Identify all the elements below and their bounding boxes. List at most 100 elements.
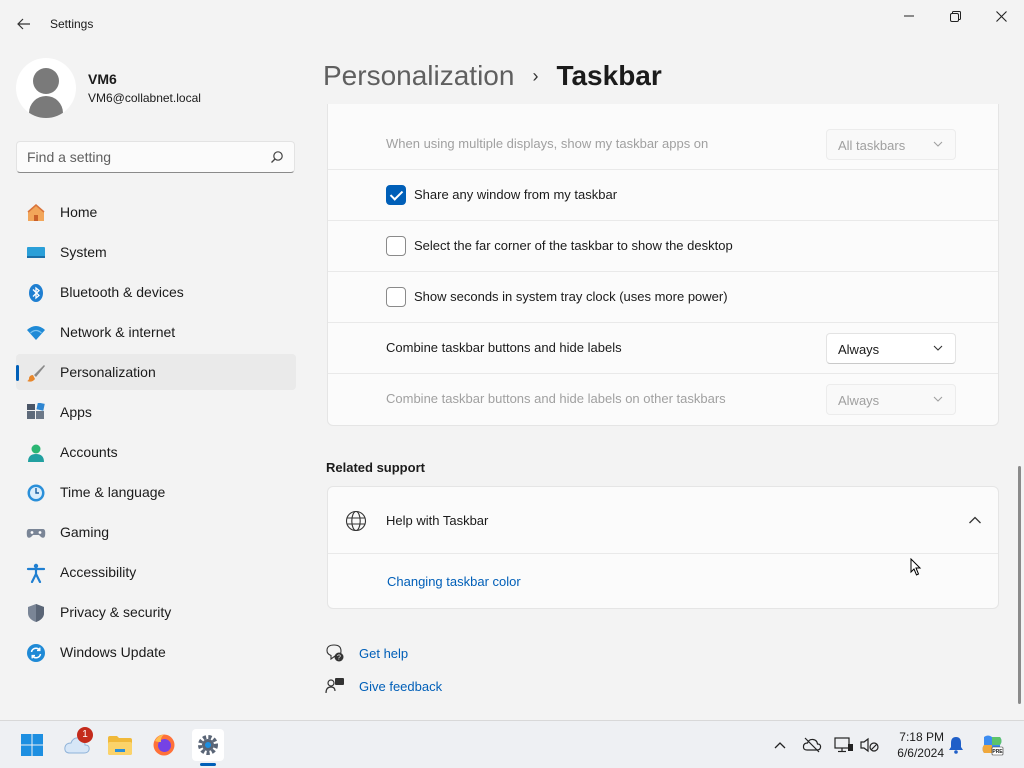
sidebar-item-time-language[interactable]: Time & language	[16, 474, 296, 510]
apps-icon	[27, 403, 45, 419]
combine-dropdown[interactable]: Always	[826, 333, 956, 364]
home-icon	[27, 204, 45, 221]
sidebar-item-accounts[interactable]: Accounts	[16, 434, 296, 470]
sidebar-item-personalization[interactable]: Personalization	[16, 354, 296, 390]
shield-icon	[28, 604, 44, 622]
far-corner-checkbox[interactable]	[386, 236, 406, 256]
taskbar: 7:18 PM 6/6/2024 PRE	[0, 720, 1024, 768]
accessibility-icon	[26, 563, 46, 583]
setting-row-multi-display: When using multiple displays, show my ta…	[328, 119, 998, 170]
chevron-up-icon	[774, 742, 786, 749]
sidebar-item-privacy-security[interactable]: Privacy & security	[16, 594, 296, 630]
search-box[interactable]	[16, 141, 295, 173]
active-app-indicator	[200, 763, 216, 766]
copilot-icon: PRE	[982, 735, 1003, 756]
windows-update-icon	[27, 644, 45, 662]
help-title: Help with Taskbar	[386, 513, 489, 528]
sidebar-item-label: Home	[60, 204, 98, 220]
sidebar-item-gaming[interactable]: Gaming	[16, 514, 296, 550]
restore-icon	[949, 10, 961, 22]
settings-taskbar-button[interactable]	[192, 729, 224, 761]
far-corner-label: Select the far corner of the taskbar to …	[414, 238, 733, 253]
system-clock[interactable]: 7:18 PM 6/6/2024	[888, 729, 944, 761]
sidebar-item-system[interactable]: System	[16, 234, 296, 270]
combine-other-value: Always	[838, 393, 880, 408]
setting-row-show-seconds[interactable]: Show seconds in system tray clock (uses …	[328, 272, 998, 323]
related-support-heading: Related support	[326, 460, 425, 475]
close-icon	[995, 10, 1007, 22]
file-explorer-button[interactable]	[104, 729, 136, 761]
search-icon[interactable]	[270, 150, 284, 164]
chevron-right-icon: ›	[532, 65, 539, 86]
onedrive-tray-button[interactable]	[800, 733, 824, 757]
notifications-button[interactable]	[944, 733, 968, 757]
minimize-button[interactable]	[886, 0, 932, 32]
back-arrow-icon	[17, 18, 30, 30]
combine-value: Always	[838, 342, 880, 357]
sidebar-item-home[interactable]: Home	[16, 194, 296, 230]
content-scrollbar[interactable]	[1018, 466, 1021, 704]
time-language-icon	[27, 484, 45, 502]
sidebar-item-windows-update[interactable]: Windows Update	[16, 634, 296, 670]
breadcrumb: Personalization › Taskbar	[323, 58, 662, 94]
user-profile[interactable]: VM6 VM6@collabnet.local	[16, 58, 296, 122]
help-expander-header[interactable]: Help with Taskbar	[328, 487, 998, 554]
show-seconds-checkbox[interactable]	[386, 287, 406, 307]
combine-label: Combine taskbar buttons and hide labels	[386, 340, 622, 355]
user-email: VM6@collabnet.local	[88, 91, 201, 105]
give-feedback-label: Give feedback	[359, 678, 443, 694]
page-title: Taskbar	[556, 60, 662, 91]
firefox-button[interactable]	[148, 729, 180, 761]
sidebar-item-accessibility[interactable]: Accessibility	[16, 554, 296, 590]
sidebar-item-label: Apps	[60, 404, 92, 420]
gaming-icon	[26, 529, 46, 538]
setting-row-far-corner[interactable]: Select the far corner of the taskbar to …	[328, 221, 998, 272]
sidebar-item-bluetooth[interactable]: Bluetooth & devices	[16, 274, 296, 310]
minimize-icon	[904, 15, 914, 17]
share-window-checkbox[interactable]	[386, 185, 406, 205]
svg-text:PRE: PRE	[992, 749, 1003, 755]
volume-muted-icon	[860, 737, 879, 753]
get-help-link[interactable]: ? Get help	[325, 642, 408, 664]
get-help-icon: ?	[326, 644, 344, 662]
multi-display-dropdown[interactable]: All taskbars	[826, 129, 956, 160]
chevron-down-icon	[933, 396, 943, 402]
sidebar-item-label: Network & internet	[60, 324, 176, 340]
start-button[interactable]	[16, 729, 48, 761]
taskbar-behaviors-card: When using multiple displays, show my ta…	[327, 104, 999, 426]
folder-icon	[108, 736, 132, 755]
share-window-label: Share any window from my taskbar	[414, 187, 618, 202]
breadcrumb-parent[interactable]: Personalization	[323, 60, 514, 92]
cloud-offline-icon	[802, 737, 822, 753]
give-feedback-link[interactable]: Give feedback	[325, 675, 442, 697]
restore-button[interactable]	[932, 0, 978, 32]
sidebar-item-label: Accessibility	[60, 564, 137, 580]
copilot-button[interactable]: PRE	[980, 733, 1004, 757]
firefox-icon	[153, 734, 175, 756]
back-button[interactable]	[8, 10, 40, 38]
sidebar-item-label: Privacy & security	[60, 604, 172, 620]
sidebar-item-apps[interactable]: Apps	[16, 394, 296, 430]
close-button[interactable]	[978, 0, 1024, 32]
user-name: VM6	[88, 71, 117, 87]
mouse-cursor-icon	[910, 558, 922, 576]
chevron-up-icon[interactable]	[968, 515, 982, 525]
combine-other-dropdown[interactable]: Always	[826, 384, 956, 415]
sidebar-item-label: Time & language	[60, 484, 166, 500]
title-bar: Settings	[0, 0, 1024, 48]
show-hidden-icons-button[interactable]	[768, 733, 792, 757]
help-card: Help with Taskbar Changing taskbar color	[327, 486, 999, 609]
gear-icon	[198, 735, 218, 755]
multi-display-label: When using multiple displays, show my ta…	[386, 136, 709, 151]
sidebar-item-network[interactable]: Network & internet	[16, 314, 296, 350]
network-tray-button[interactable]	[832, 733, 856, 757]
changing-taskbar-color-link[interactable]: Changing taskbar color	[387, 574, 521, 589]
volume-tray-button[interactable]	[858, 733, 882, 757]
sidebar-nav: Home System Bluetooth & devices Network …	[16, 194, 296, 674]
sidebar-item-label: Gaming	[60, 524, 110, 540]
notification-badge: 1	[77, 727, 93, 743]
search-input[interactable]	[27, 149, 257, 165]
avatar	[16, 58, 76, 118]
combine-other-label: Combine taskbar buttons and hide labels …	[386, 391, 726, 406]
setting-row-share-window[interactable]: Share any window from my taskbar	[328, 170, 998, 221]
